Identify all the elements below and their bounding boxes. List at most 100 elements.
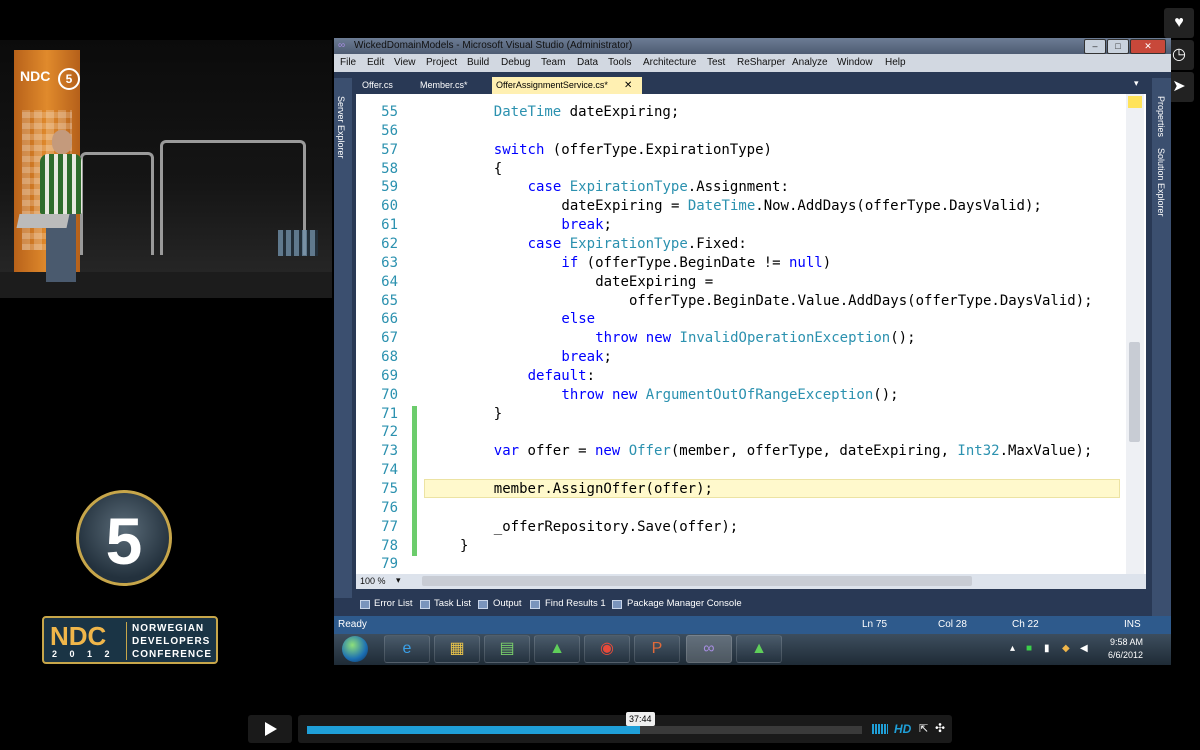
menu-analyze[interactable]: Analyze xyxy=(792,57,828,68)
tab-error-list[interactable]: Error List xyxy=(374,598,413,609)
code-editor[interactable]: 55 DateTime dateExpiring; 56 57 switch (offe… xyxy=(356,94,1146,574)
code-line: break; xyxy=(561,349,612,365)
menu-edit[interactable]: Edit xyxy=(367,57,384,68)
change-marker xyxy=(412,518,417,538)
tray-green-icon[interactable]: ■ xyxy=(1026,643,1032,654)
zoom-dropdown-icon[interactable]: ▾ xyxy=(396,575,401,586)
tab-close-icon[interactable]: ✕ xyxy=(624,77,632,94)
ndc-conference-badge: NDC 2 0 1 2 NORWEGIAN DEVELOPERS CONFERE… xyxy=(42,616,218,664)
code-keyword: throw xyxy=(561,386,604,403)
vs-logo-icon: ∞ xyxy=(338,40,346,51)
menu-build[interactable]: Build xyxy=(467,57,489,68)
tab-dropdown-icon[interactable]: ▾ xyxy=(1134,78,1139,89)
tray-power-icon[interactable]: ◆ xyxy=(1062,643,1070,654)
hd-toggle[interactable]: HD xyxy=(894,722,911,736)
volume-icon[interactable] xyxy=(872,724,888,734)
code-text: (); xyxy=(873,386,899,403)
code-text: .Now.AddDays(offerType.DaysValid); xyxy=(755,198,1042,215)
visual-studio-taskbar-icon[interactable]: ∞ xyxy=(686,635,732,663)
fullscreen-icon[interactable]: ✣ xyxy=(935,721,945,735)
code-line: case ExpirationType.Fixed: xyxy=(528,236,747,252)
menu-team[interactable]: Team xyxy=(541,57,565,68)
clock-time[interactable]: 9:58 AM xyxy=(1110,637,1143,647)
maximize-button[interactable]: □ xyxy=(1107,39,1129,54)
menu-window[interactable]: Window xyxy=(837,57,873,68)
menu-tools[interactable]: Tools xyxy=(608,57,631,68)
menu-resharper[interactable]: ReSharper xyxy=(737,57,785,68)
close-window-button[interactable]: ✕ xyxy=(1130,39,1166,54)
menu-file[interactable]: File xyxy=(340,57,356,68)
code-keyword: if xyxy=(561,254,579,271)
code-text: .Fixed: xyxy=(687,235,747,252)
like-heart-icon[interactable]: ♥ xyxy=(1164,8,1194,38)
notepad-taskbar-icon[interactable]: ▤ xyxy=(484,635,530,663)
vertical-scroll-thumb[interactable] xyxy=(1129,342,1140,442)
code-text: (offerType.ExpirationType) xyxy=(544,141,772,158)
play-icon xyxy=(265,722,277,736)
menu-view[interactable]: View xyxy=(394,57,416,68)
tray-device-icon[interactable]: ▮ xyxy=(1044,643,1050,654)
app2-taskbar-icon[interactable]: ▲ xyxy=(736,635,782,663)
status-bar: Ready Ln 75 Col 28 Ch 22 INS xyxy=(334,616,1171,634)
clock-date[interactable]: 6/6/2012 xyxy=(1108,650,1143,660)
tab-package-manager-console[interactable]: Package Manager Console xyxy=(627,598,742,609)
ndc-wordmark: NDC xyxy=(50,621,107,651)
laptop xyxy=(16,214,70,228)
tab-offer-cs[interactable]: Offer.cs xyxy=(358,77,414,94)
app-taskbar-icon[interactable]: ▲ xyxy=(534,635,580,663)
line-number: 65 xyxy=(381,292,398,309)
code-text: (member, offerType, dateExpiring, xyxy=(670,443,958,460)
start-button[interactable] xyxy=(342,636,368,662)
change-marker xyxy=(412,405,417,425)
code-line: _offerRepository.Save(offer); xyxy=(494,519,738,535)
zoom-level[interactable]: 100 % xyxy=(360,576,386,586)
progress-track[interactable] xyxy=(307,726,862,734)
code-text: ; xyxy=(603,349,612,366)
status-insert-mode: INS xyxy=(1124,619,1141,630)
menu-help[interactable]: Help xyxy=(885,57,906,68)
minimize-button[interactable]: – xyxy=(1084,39,1106,54)
server-explorer-tab[interactable]: Server Explorer xyxy=(336,96,346,159)
change-marker xyxy=(412,499,417,519)
menu-test[interactable]: Test xyxy=(707,57,725,68)
tray-volume-icon[interactable]: ◀ xyxy=(1080,643,1088,654)
line-number: 71 xyxy=(381,405,398,422)
chrome-taskbar-icon[interactable]: ◉ xyxy=(584,635,630,663)
code-line: if (offerType.BeginDate != null) xyxy=(561,255,831,271)
line-number: 55 xyxy=(381,104,398,120)
ie-taskbar-icon[interactable]: e xyxy=(384,635,430,663)
horizontal-scroll-thumb[interactable] xyxy=(422,576,972,586)
tab-offer-assignment-service-cs[interactable]: OfferAssignmentService.cs* xyxy=(492,77,642,94)
vertical-scrollbar[interactable] xyxy=(1126,94,1144,574)
menu-project[interactable]: Project xyxy=(426,57,457,68)
solution-explorer-tab[interactable]: Solution Explorer xyxy=(1156,148,1166,217)
menu-data[interactable]: Data xyxy=(577,57,598,68)
tab-output[interactable]: Output xyxy=(493,598,522,609)
tab-task-list[interactable]: Task List xyxy=(434,598,471,609)
tray-arrow-icon[interactable]: ▴ xyxy=(1010,643,1015,654)
banner-ndc-text: NDC xyxy=(20,68,51,84)
split-view-icon[interactable] xyxy=(1128,96,1142,108)
menu-debug[interactable]: Debug xyxy=(501,57,530,68)
powerpoint-taskbar-icon[interactable]: P xyxy=(634,635,680,663)
embed-icon[interactable]: ⇱ xyxy=(919,722,928,735)
tab-member-cs[interactable]: Member.cs* xyxy=(416,77,490,94)
package-manager-icon xyxy=(612,600,622,609)
explorer-taskbar-icon[interactable]: ▦ xyxy=(434,635,480,663)
tab-find-results[interactable]: Find Results 1 xyxy=(545,598,606,609)
line-number: 78 xyxy=(381,537,398,554)
properties-tab[interactable]: Properties xyxy=(1156,96,1166,137)
code-type: ExpirationType xyxy=(569,179,688,196)
line-number: 64 xyxy=(381,273,398,290)
menu-architecture[interactable]: Architecture xyxy=(643,57,696,68)
code-keyword: new xyxy=(645,330,672,347)
progress-fill xyxy=(307,726,640,734)
line-number: 69 xyxy=(381,367,398,384)
status-column: Col 28 xyxy=(938,619,967,630)
ndc-line-norwegian: NORWEGIAN xyxy=(132,623,205,634)
change-marker xyxy=(412,462,417,481)
code-type: InvalidOperationException xyxy=(679,330,891,347)
play-button[interactable] xyxy=(248,715,292,743)
line-number: 58 xyxy=(381,160,398,177)
